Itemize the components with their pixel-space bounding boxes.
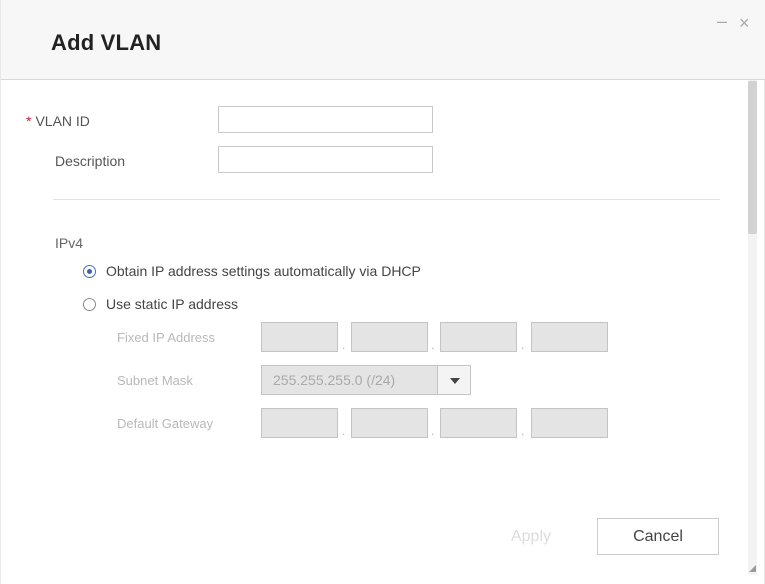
subnet-mask-select[interactable]: 255.255.255.0 (/24): [261, 365, 438, 395]
resize-grip-icon[interactable]: [749, 565, 756, 572]
gateway-separator: .: [342, 424, 346, 438]
section-divider: [53, 199, 720, 200]
chevron-down-icon[interactable]: [438, 365, 471, 395]
fixed-ip-separator: .: [521, 338, 525, 352]
dialog-title: Add VLAN: [51, 30, 162, 55]
fixed-ip-octet-4[interactable]: [531, 322, 608, 352]
apply-button[interactable]: Apply: [477, 518, 585, 555]
ipv4-section-label: IPv4: [55, 235, 84, 251]
fixed-ip-separator: .: [342, 338, 346, 352]
fixed-ip-octet-1[interactable]: [261, 322, 338, 352]
vlan-id-label: * VLAN ID: [26, 113, 90, 129]
cancel-button[interactable]: Cancel: [597, 518, 719, 555]
gateway-octet-4[interactable]: [531, 408, 608, 438]
add-vlan-dialog: Add VLAN – × * VLAN ID Description IPv4 O…: [0, 0, 765, 584]
subnet-mask-label: Subnet Mask: [117, 373, 193, 388]
minimize-icon[interactable]: –: [717, 12, 727, 30]
gateway-octet-1[interactable]: [261, 408, 338, 438]
close-icon[interactable]: ×: [739, 14, 750, 32]
fixed-ip-octet-3[interactable]: [440, 322, 517, 352]
vlan-id-label-text: VLAN ID: [35, 113, 90, 129]
default-gateway-label: Default Gateway: [117, 416, 214, 431]
static-ip-option[interactable]: Use static IP address: [83, 294, 238, 314]
description-input[interactable]: [218, 146, 433, 173]
fixed-ip-separator: .: [431, 338, 435, 352]
gateway-octet-2[interactable]: [351, 408, 428, 438]
scrollbar-thumb[interactable]: [748, 81, 757, 234]
static-ip-radio[interactable]: [83, 297, 96, 311]
dhcp-option[interactable]: Obtain IP address settings automatically…: [83, 261, 421, 281]
required-marker: *: [26, 113, 32, 129]
static-ip-option-label: Use static IP address: [106, 296, 239, 312]
vlan-id-input[interactable]: [218, 106, 433, 133]
dhcp-radio[interactable]: [83, 264, 96, 278]
dhcp-option-label: Obtain IP address settings automatically…: [106, 263, 421, 279]
description-label: Description: [55, 153, 126, 169]
gateway-separator: .: [521, 424, 525, 438]
fixed-ip-label: Fixed IP Address: [117, 330, 216, 345]
dialog-header: Add VLAN – ×: [1, 0, 765, 80]
gateway-octet-3[interactable]: [440, 408, 517, 438]
fixed-ip-octet-2[interactable]: [351, 322, 428, 352]
gateway-separator: .: [431, 424, 435, 438]
